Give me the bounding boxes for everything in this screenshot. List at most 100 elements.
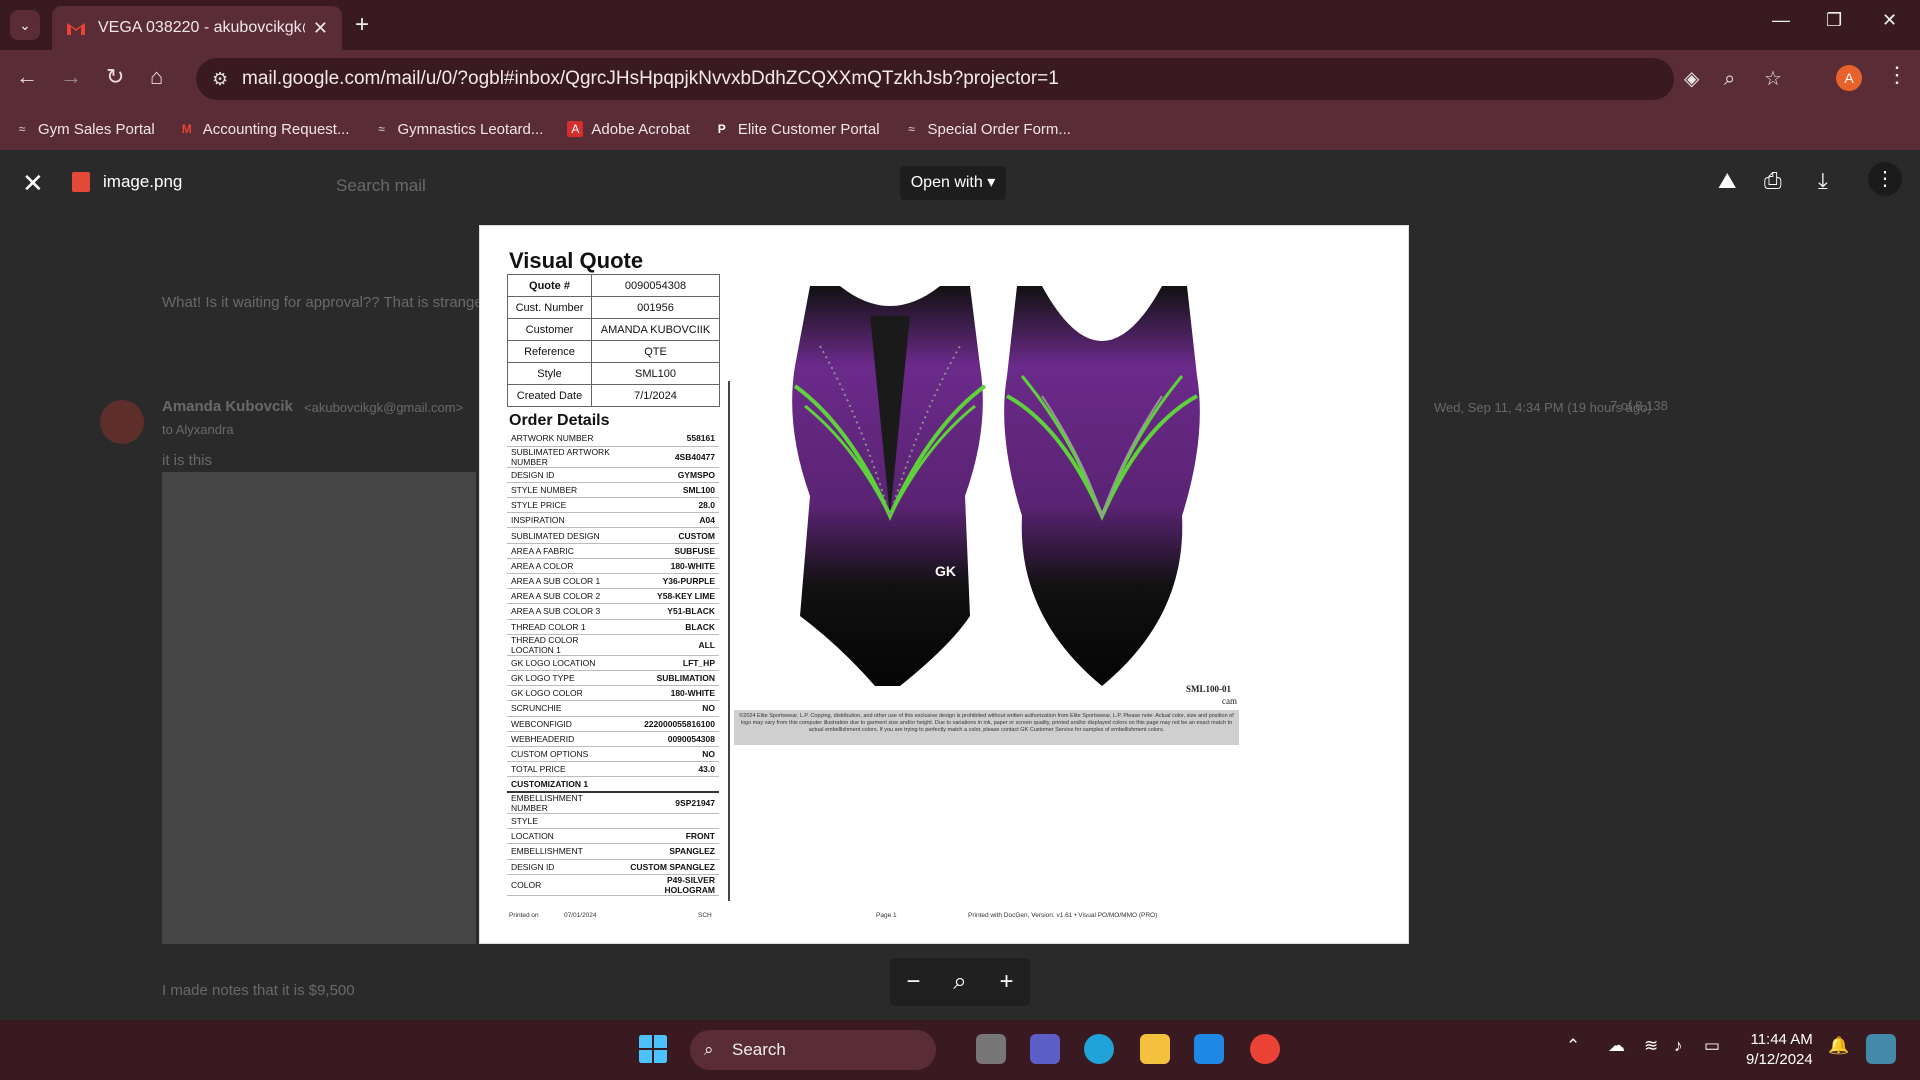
order-key: STYLE PRICE [507,497,624,514]
volume-icon[interactable]: ♪ [1674,1036,1683,1056]
order-value: Y58-KEY LIME [623,588,719,605]
close-window-icon[interactable]: ✕ [1882,10,1897,31]
file-name: image.png [103,172,183,191]
acrobat-icon: A [567,121,584,137]
footer-date: 07/01/2024 [564,912,597,919]
order-value: NO [623,746,719,763]
tab-gmail[interactable]: VEGA 038220 - akubovcikgk@g ✕ [52,6,342,50]
wifi-icon[interactable]: ≋ [1644,1036,1658,1056]
zoom-in-icon[interactable]: + [1000,968,1014,996]
quote-value: 0090054308 [591,274,720,297]
close-viewer-icon[interactable]: ✕ [22,168,44,199]
custom-value: CUSTOM SPANGLEZ [623,859,719,875]
image-viewer: Search mail What! Is it waiting for appr… [0,150,1920,1020]
order-row: DESIGN ID GYMSPO [507,467,719,483]
site-info-icon[interactable]: ⚙ [212,58,228,100]
attachment-thumbnail[interactable] [162,472,476,944]
browser-chrome: ⌄ VEGA 038220 - akubovcikgk@g ✕ + — ❐ ✕ … [0,0,1920,150]
bookmark-star-icon[interactable]: ☆ [1764,58,1782,100]
order-row: TOTAL PRICE 43.0 [507,761,719,778]
tab-search-button[interactable]: ⌄ [10,10,40,40]
order-row: WEBCONFIGID 222000055816100 [507,716,719,732]
order-row: GK LOGO COLOR 180-WHITE [507,685,719,702]
order-key: THREAD COLOR 1 [507,619,624,635]
custom-value: 9SP21947 [623,791,719,814]
order-row: WEBHEADERID 0090054308 [507,731,719,747]
order-key: DESIGN ID [507,467,624,483]
download-icon[interactable]: ⤓ [1818,168,1828,194]
address-bar[interactable]: ⚙ mail.google.com/mail/u/0/?ogbl#inbox/Q… [196,58,1782,100]
customization-title: CUSTOMIZATION 1 [507,776,719,793]
forward-icon[interactable]: → [60,64,82,90]
bookmark-item[interactable]: ≈ Gymnastics Leotard... [373,121,543,138]
edge-icon[interactable] [1084,1034,1114,1064]
browser-menu-icon[interactable]: ⋮ [1886,62,1908,88]
gk-icon: ≈ [18,122,26,136]
quote-row: Style SML100 [507,362,720,385]
print-icon[interactable]: ⎙ [1764,168,1782,194]
bookmark-item[interactable]: P Elite Customer Portal [714,121,880,138]
order-value: Y36-PURPLE [623,573,719,590]
quote-table: Quote #0090054308 Cust. Number 001956 Custo… [507,274,720,407]
quote-value: QTE [591,340,720,363]
tray-chevron-icon[interactable]: ⌃ [1566,1036,1580,1056]
file-explorer-icon[interactable] [1140,1034,1170,1064]
order-row: AREA A COLOR 180-WHITE [507,558,719,575]
style-code: SML100-01 [1186,684,1231,694]
sender-name: Amanda Kubovcik [162,398,293,415]
bookmark-item[interactable]: M Accounting Request... [179,121,350,138]
restore-icon[interactable]: ❐ [1826,10,1842,31]
zoom-out-icon[interactable]: − [906,968,920,996]
reload-icon[interactable]: ↻ [106,64,124,90]
order-key: CUSTOM OPTIONS [507,746,624,763]
message-text: it is this [162,452,213,469]
store-icon[interactable] [1194,1034,1224,1064]
close-tab-icon[interactable]: ✕ [313,18,328,39]
profile-avatar[interactable]: A [1836,65,1862,91]
windows-start-icon[interactable] [638,1034,668,1064]
doc-title: Visual Quote [509,248,644,273]
quote-value: SML100 [591,362,720,385]
teams-icon[interactable] [1030,1034,1060,1064]
bookmark-item[interactable]: ≈ Gym Sales Portal [14,121,155,138]
open-with-button[interactable]: Open with ▾ [900,166,1006,200]
order-value: SUBFUSE [623,543,719,559]
bookmark-item[interactable]: A Adobe Acrobat [567,121,690,138]
order-value: SML100 [623,482,719,499]
add-to-drive-icon[interactable]: ⛰ [1718,168,1736,194]
zoom-reset-icon[interactable]: ⌕ [953,968,966,996]
onedrive-icon[interactable]: ☁ [1608,1036,1625,1056]
bookmark-item[interactable]: ≈ Special Order Form... [904,121,1071,138]
taskbar-search[interactable]: ⌕ Search [690,1030,936,1070]
message-text: I made notes that it is $9,500 [162,982,355,999]
custom-key: DESIGN ID [507,859,624,875]
leotard-back-image [1004,286,1200,686]
quote-row: Quote #0090054308 [507,274,720,297]
clock[interactable]: 11:44 AM 9/12/2024 [1746,1030,1813,1070]
order-row: GK LOGO LOCATION LFT_HP [507,655,719,671]
extension-icon[interactable]: ◈ [1684,58,1699,100]
order-table: ARTWORK NUMBER 558161 SUBLIMATED ARTWORK N… [507,431,719,896]
custom-value: FRONT [623,828,719,845]
chrome-icon[interactable] [1250,1034,1280,1064]
order-row: STYLE NUMBER SML100 [507,482,719,499]
notification-icon[interactable]: 🔔 [1828,1036,1849,1056]
battery-icon[interactable]: ▭ [1704,1036,1720,1056]
back-icon[interactable]: ← [16,64,38,90]
order-value: 43.0 [623,761,719,778]
quote-value: AMANDA KUBOVCIIK [591,318,720,341]
home-icon[interactable]: ⌂ [150,64,163,90]
more-options-icon[interactable]: ⋮ [1868,162,1902,196]
copilot-icon[interactable] [1866,1034,1896,1064]
order-row: CUSTOM OPTIONS NO [507,746,719,763]
minimize-icon[interactable]: — [1772,10,1790,31]
order-row: INSPIRATION A04 [507,512,719,529]
custom-key: LOCATION [507,828,624,845]
order-key: GK LOGO COLOR [507,685,624,702]
zoom-icon[interactable]: ⌕ [1724,58,1735,100]
order-key: STYLE NUMBER [507,482,624,499]
order-key: GK LOGO TYPE [507,670,624,687]
new-tab-button[interactable]: + [355,10,369,40]
order-value: NO [623,700,719,717]
task-view-icon[interactable] [976,1034,1006,1064]
